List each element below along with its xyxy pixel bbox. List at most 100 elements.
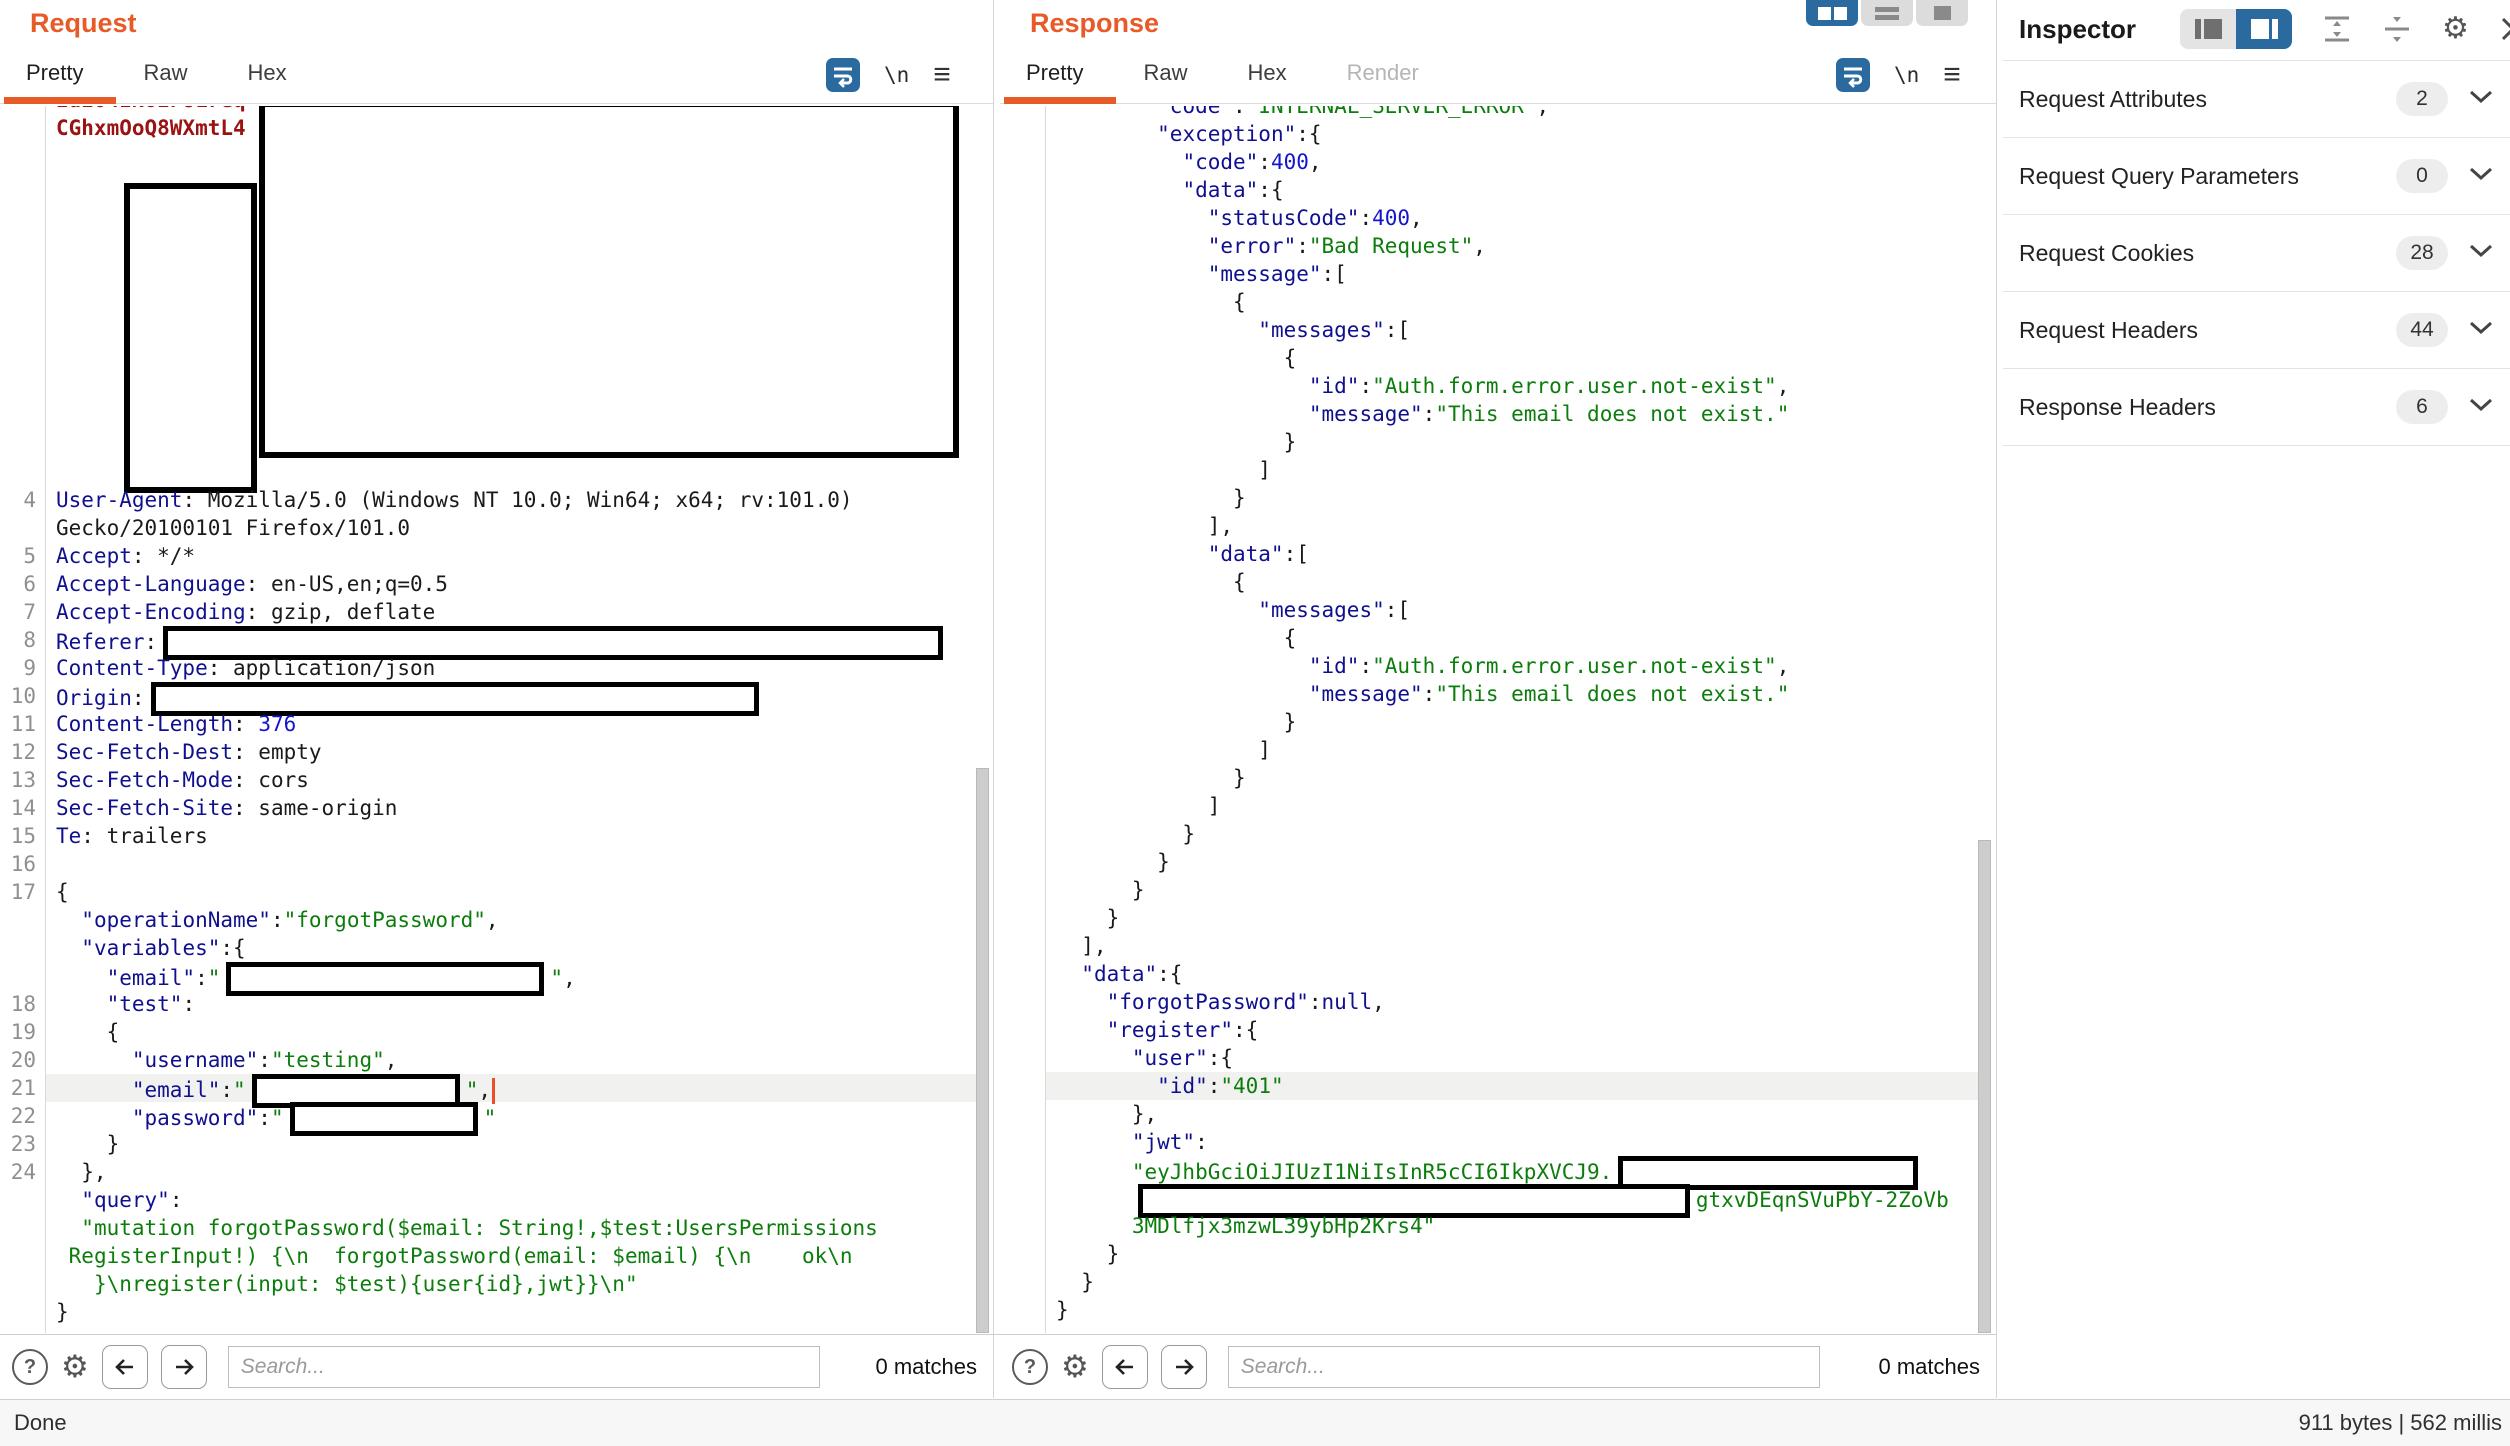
gear-icon[interactable]: ⚙ [61,1351,89,1383]
response-editor[interactable]: "code":"INTERNAL_SERVER_ERROR", "excepti… [1000,106,1978,1333]
menu-icon[interactable]: ≡ [1943,60,1961,90]
line-number [1000,316,1046,344]
section-label: Response Headers [2019,394,2396,421]
code-line: "message":"This email does not exist." [1000,680,1978,708]
text-cursor [492,1078,495,1104]
count-badge: 28 [2396,236,2448,270]
line-number [1000,876,1046,904]
response-tab-raw[interactable]: Raw [1143,60,1187,86]
code-line: "id":"Auth.form.error.user.not-exist", [1000,652,1978,680]
inspector-header: Inspector [2003,0,2510,58]
response-tab-hex[interactable]: Hex [1247,60,1286,86]
panel-divider-1[interactable] [993,0,994,1398]
chevron-down-icon [2468,89,2494,110]
inspector-section-request-headers[interactable]: Request Headers44 [2003,291,2510,368]
inspector-section-request-cookies[interactable]: Request Cookies28 [2003,214,2510,291]
collapse-all-icon[interactable] [2382,14,2412,44]
request-scrollbar[interactable] [976,768,989,1333]
request-search-input[interactable] [228,1346,820,1388]
line-number [1000,932,1046,960]
inspector-section-request-query-parameters[interactable]: Request Query Parameters0 [2003,137,2510,214]
inspector-collapse-sidebar-button[interactable] [2180,9,2236,49]
menu-icon[interactable]: ≡ [933,60,951,90]
status-bar: Done 911 bytes | 562 millis [0,1400,2510,1446]
search-next-button[interactable] [1161,1345,1207,1389]
code-line: 19 { [0,1018,976,1046]
request-tab-hex[interactable]: Hex [247,60,286,86]
response-search-bar: ? ⚙ 0 matches [1000,1336,1996,1398]
line-number [1000,260,1046,288]
count-badge: 2 [2396,82,2448,116]
request-active-tab-underline [4,97,116,104]
request-tab-raw[interactable]: Raw [143,60,187,86]
close-icon[interactable] [2499,15,2510,43]
line-number [1000,1184,1046,1212]
code-line: 11Content-Length: 376 [0,710,976,738]
inspector-settings-icon[interactable]: ⚙ [2442,13,2469,45]
code-line: 12Sec-Fetch-Dest: empty [0,738,976,766]
newline-toggle-icon[interactable]: \n [884,63,909,87]
search-prev-button[interactable] [1102,1345,1148,1389]
inspector-section-response-headers[interactable]: Response Headers6 [2003,368,2510,445]
code-line: { [1000,344,1978,372]
response-panel-title: Response [1030,8,1159,39]
code-line: gtxvDEqnSVuPbY-2ZoVb [1000,1184,1978,1212]
line-number [1000,372,1046,400]
line-number [1000,232,1046,260]
word-wrap-icon[interactable] [1836,58,1870,92]
inspector-section-request-attributes[interactable]: Request Attributes2 [2003,60,2510,137]
layout-columns-button[interactable] [1806,0,1858,26]
section-label: Request Query Parameters [2019,163,2396,190]
code-line: 15Te: trailers [0,822,976,850]
inspector-expand-sidebar-button[interactable] [2236,9,2292,49]
response-search-input[interactable] [1228,1346,1820,1388]
count-badge: 44 [2396,313,2448,347]
response-tab-pretty[interactable]: Pretty [1026,60,1083,86]
code-line: } [1000,1268,1978,1296]
redacted-token-line-1: Iuz04IN8zFULreq [56,106,246,114]
search-next-button[interactable] [161,1345,207,1389]
line-number [0,1186,46,1214]
layout-rows-button[interactable] [1861,0,1913,26]
word-wrap-icon[interactable] [826,58,860,92]
code-line: } [1000,428,1978,456]
code-line: 5Accept: */* [0,542,976,570]
code-line: 21 "email":"", [0,1074,976,1102]
code-line: ], [1000,512,1978,540]
request-tab-pretty[interactable]: Pretty [26,60,83,86]
layout-tabs-button[interactable] [1916,0,1968,26]
line-number: 15 [0,822,46,850]
request-tabs-divider [0,103,993,104]
code-line: } [1000,820,1978,848]
code-line: ] [1000,456,1978,484]
request-tab-icons: \n ≡ [826,58,951,92]
request-editor[interactable]: Iuz04IN8zFULreq CGhxmOoQ8WXmtL4 4User-Ag… [0,106,976,1333]
line-number [1000,736,1046,764]
line-number [1000,596,1046,624]
search-prev-button[interactable] [102,1345,148,1389]
panel-divider-2[interactable] [1996,0,1997,1398]
line-number [1000,764,1046,792]
code-line: } [1000,876,1978,904]
line-number [0,1298,46,1326]
help-icon[interactable]: ? [12,1349,48,1385]
expand-all-icon[interactable] [2322,14,2352,44]
request-panel: Request PrettyRawHex \n ≡ Iuz04IN8zFULre… [0,0,993,1398]
status-text: Done [14,1410,67,1436]
line-number [1000,1296,1046,1324]
code-line: 7Accept-Encoding: gzip, deflate [0,598,976,626]
newline-toggle-icon[interactable]: \n [1894,63,1919,87]
code-line: 17{ [0,878,976,906]
code-line: }\nregister(input: $test){user{id},jwt}}… [0,1270,976,1298]
line-number [1000,456,1046,484]
section-label: Request Cookies [2019,240,2396,267]
line-number [0,1270,46,1298]
code-line: ] [1000,736,1978,764]
line-number [1000,204,1046,232]
help-icon[interactable]: ? [1012,1349,1048,1385]
arrow-left-icon [1113,1356,1137,1378]
response-scrollbar[interactable] [1978,840,1991,1333]
line-number [1000,1212,1046,1240]
code-line: "register":{ [1000,1016,1978,1044]
gear-icon[interactable]: ⚙ [1061,1351,1089,1383]
